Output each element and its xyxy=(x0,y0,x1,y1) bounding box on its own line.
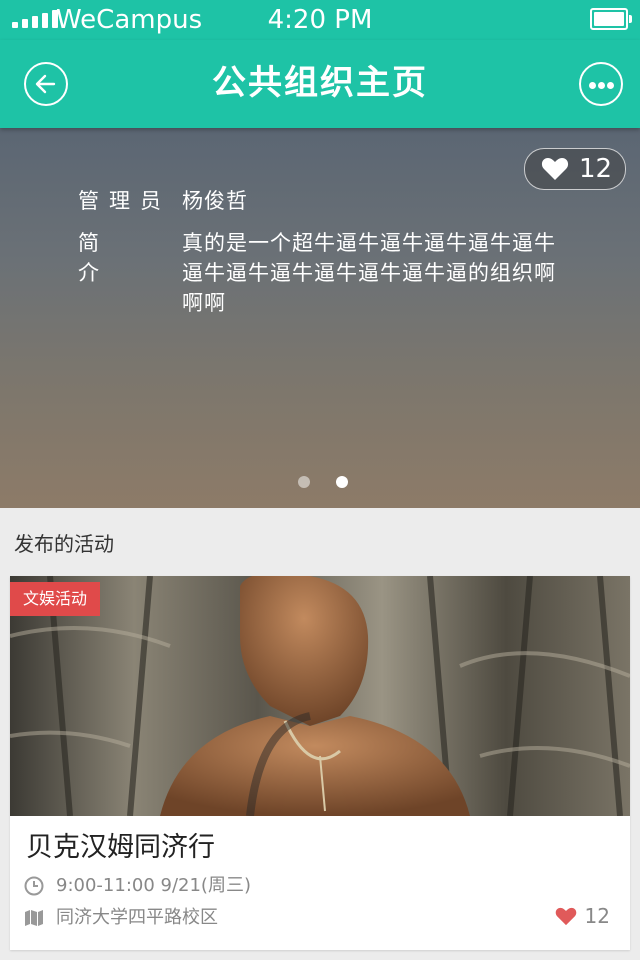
organization-banner[interactable]: 12 管理员 杨俊哲 简介 真的是一个超牛逼牛逼牛逼牛逼牛逼牛逼牛逼牛逼牛逼牛逼… xyxy=(0,128,640,508)
organization-info: 管理员 杨俊哲 简介 真的是一个超牛逼牛逼牛逼牛逼牛逼牛逼牛逼牛逼牛逼牛逼牛逼牛… xyxy=(78,186,566,330)
event-like-button[interactable]: 12 xyxy=(555,904,610,928)
like-button[interactable]: 12 xyxy=(524,148,626,190)
section-title: 发布的活动 xyxy=(14,532,114,556)
map-icon xyxy=(25,910,43,926)
event-location-row: 同济大学四平路校区 xyxy=(24,906,218,930)
intro-text: 真的是一个超牛逼牛逼牛逼牛逼牛逼牛逼牛逼牛逼牛逼牛逼牛逼牛逼的组织啊啊啊 xyxy=(182,231,556,315)
event-photo-image xyxy=(10,576,630,816)
navigation-bar: 公共组织主页 xyxy=(0,40,640,128)
page-indicator xyxy=(298,476,348,488)
heart-icon xyxy=(555,907,576,925)
status-bar: WeCampus 4:20 PM xyxy=(0,0,640,40)
more-button[interactable] xyxy=(579,62,623,106)
event-title[interactable]: 贝克汉姆同济行 xyxy=(26,830,215,866)
admin-label: 管理员 xyxy=(78,189,171,213)
intro-label: 简介 xyxy=(78,231,133,285)
event-location: 同济大学四平路校区 xyxy=(56,907,218,928)
page-title: 公共组织主页 xyxy=(212,63,428,103)
like-count: 12 xyxy=(579,154,613,184)
heart-icon xyxy=(541,158,569,180)
battery-icon xyxy=(590,8,632,30)
admin-name: 杨俊哲 xyxy=(182,189,248,213)
page-dot[interactable] xyxy=(298,476,310,488)
category-tag: 文娱活动 xyxy=(10,582,100,616)
clock-icon xyxy=(24,876,44,896)
event-photo[interactable]: 文娱活动 xyxy=(10,576,630,816)
status-time: 4:20 PM xyxy=(267,5,373,35)
event-time-row: 9:00-11:00 9/21(周三) xyxy=(24,874,251,898)
event-card[interactable]: 文娱活动 贝克汉姆同济行 9:00-11:00 9/21(周三) 同济大学四平路… xyxy=(10,576,630,950)
page-dot-active[interactable] xyxy=(336,476,348,488)
event-time: 9:00-11:00 9/21(周三) xyxy=(56,875,251,896)
event-like-count: 12 xyxy=(584,904,610,928)
